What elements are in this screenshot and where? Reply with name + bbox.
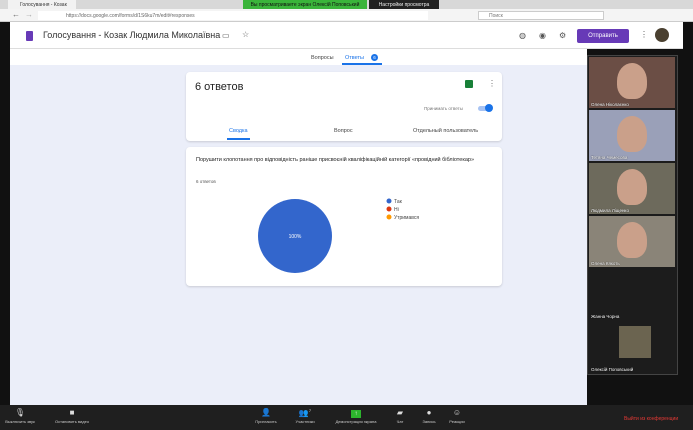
subtab-question[interactable]: Вопрос [334, 128, 353, 134]
participant-name: Олена Ніколаєнко [591, 102, 629, 107]
palette-icon[interactable]: ◍ [519, 31, 526, 40]
participant-name: Людмила Ліщенко [591, 208, 629, 213]
view-options-button[interactable]: Настройки просмотра [369, 0, 439, 9]
accept-responses-label: Принимать ответы [424, 106, 463, 111]
settings-icon[interactable]: ⚙ [559, 31, 566, 40]
participant-video[interactable]: Тетяна Чемесова [589, 110, 675, 161]
folder-icon[interactable]: ▭ [222, 31, 230, 40]
participant-video[interactable]: Олексій Поповський [589, 322, 675, 373]
legend-marker [386, 206, 392, 212]
legend-label: Ні [394, 207, 399, 213]
legend-marker [386, 198, 392, 204]
pie-data-label: 100% [289, 234, 302, 240]
back-icon[interactable]: ← [12, 10, 20, 19]
browser-tab[interactable]: Голосування - Козак [8, 0, 76, 9]
participant-name: Олена Кякоть [591, 261, 620, 266]
participant-video[interactable]: Олена Кякоть [589, 216, 675, 267]
participant-face [617, 116, 647, 152]
tab-questions[interactable]: Вопросы [311, 55, 334, 61]
add-user-icon: 👤 [261, 408, 271, 417]
legend-marker [386, 214, 392, 220]
participant-video[interactable]: Жанна Чорна [589, 269, 675, 320]
participant-name: Жанна Чорна [591, 314, 620, 319]
question-text: Порушити клопотання про відповідність ра… [196, 157, 475, 163]
reactions-label: Реакции [449, 419, 465, 424]
participant-video[interactable]: Олена Ніколаєнко [589, 57, 675, 108]
send-button[interactable]: Отправить [577, 29, 629, 43]
participants-label: Участники [295, 419, 315, 424]
reactions-button[interactable]: ☺ Реакции [437, 408, 477, 424]
participant-face [617, 222, 647, 258]
participants-icon: 👥7 [298, 408, 312, 418]
share-screen-button[interactable]: ↑ Демонстрация экрана [333, 408, 379, 424]
participants-button[interactable]: 👥7 Участники [285, 408, 325, 424]
leave-meeting-button[interactable]: Выйти из конференции [624, 416, 678, 422]
participant-name: Олексій Поповський [591, 367, 634, 372]
url-input[interactable]: https://docs.google.com/forms/d/1S6ku7m/… [38, 11, 428, 20]
question-response-count: 6 ответов [196, 179, 216, 184]
participant-avatar [619, 326, 651, 358]
form-tabs [10, 49, 587, 65]
invite-button[interactable]: 👤 Пригласить [246, 408, 286, 424]
forms-icon [26, 31, 33, 41]
video-button[interactable]: ■ Остановить видео [52, 408, 92, 424]
video-label: Остановить видео [54, 419, 90, 424]
participant-name: Тетяна Чемесова [591, 155, 628, 160]
forward-icon[interactable]: → [25, 10, 33, 19]
responses-badge: 6 [371, 54, 378, 61]
mute-button[interactable]: 🎙 Выключить звук [0, 408, 40, 424]
star-icon[interactable]: ☆ [242, 30, 249, 39]
invite-label: Пригласить [255, 419, 277, 424]
record-label: Запись [422, 419, 436, 424]
accept-responses-toggle[interactable] [478, 104, 493, 112]
pie-chart: 100% Так Ні Утримався [258, 198, 419, 273]
subtab-summary[interactable]: Сводка [229, 128, 248, 134]
reaction-icon: ☺ [452, 408, 462, 417]
mute-label: Выключить звук [5, 419, 35, 424]
responses-count: 6 ответов [195, 81, 244, 93]
legend-label: Так [394, 199, 403, 205]
participant-face [617, 169, 647, 205]
participant-face [617, 63, 647, 99]
legend-label: Утримався [394, 215, 419, 221]
subtab-individual[interactable]: Отдельный пользователь [413, 128, 478, 134]
form-title[interactable]: Голосування - Козак Людмила Миколаївна [43, 30, 220, 40]
avatar[interactable] [655, 28, 669, 42]
camera-icon: ■ [69, 408, 75, 417]
share-banner: Вы просматриваете экран Олексій Поповськ… [243, 0, 367, 9]
more-icon[interactable]: ⋮ [640, 30, 648, 39]
tab-responses[interactable]: Ответы [345, 55, 364, 61]
preview-icon[interactable]: ◉ [539, 31, 546, 40]
share-label: Демонстрация экрана [335, 419, 377, 424]
search-input[interactable]: Поиск [478, 11, 604, 20]
sheets-icon[interactable] [465, 80, 473, 88]
participant-video[interactable]: Людмила Ліщенко [589, 163, 675, 214]
chat-label: Чат [396, 419, 404, 424]
more-options-icon[interactable]: ⋮ [488, 79, 496, 88]
participants-count: 7 [308, 408, 312, 413]
microphone-icon: 🎙 [14, 408, 26, 417]
subtab-indicator [227, 138, 250, 140]
share-screen-icon: ↑ [333, 408, 379, 419]
